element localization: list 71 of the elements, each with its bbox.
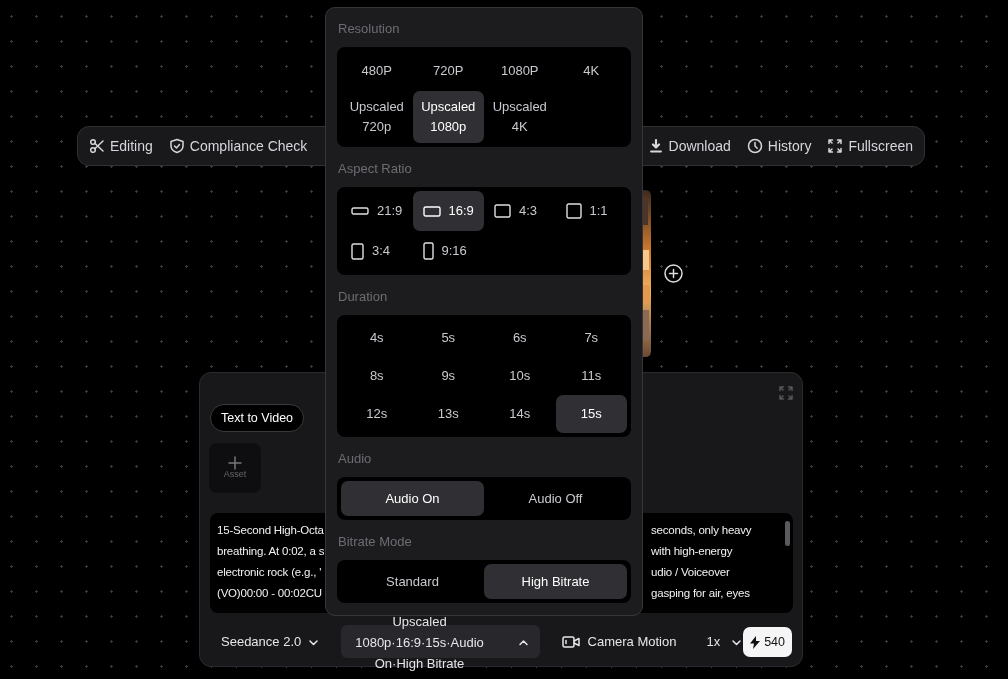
option-button[interactable]: 12s xyxy=(341,395,413,433)
option-button[interactable]: 10s xyxy=(484,357,556,395)
option-button[interactable]: Audio Off xyxy=(484,481,627,516)
option-button[interactable]: 9:16 xyxy=(412,231,484,271)
option-button[interactable]: 15s xyxy=(555,395,627,433)
section-label: Resolution xyxy=(338,20,401,38)
aspect-frame-icon xyxy=(422,205,441,217)
option-button[interactable]: 480P xyxy=(341,51,413,91)
option-button[interactable]: Audio On xyxy=(341,481,484,516)
video-camera-icon xyxy=(561,635,580,649)
plus-icon xyxy=(228,456,242,471)
expand-icon[interactable] xyxy=(779,385,793,400)
prompt-text: electronic rock (e.g., ' xyxy=(217,565,323,580)
option-button[interactable]: 5s xyxy=(412,319,484,357)
prompt-text: 15-Second High-Octa xyxy=(217,523,325,538)
camera-motion-button[interactable]: Camera Motion xyxy=(561,632,677,652)
shield-check-icon xyxy=(168,138,185,154)
option-button[interactable]: Standard xyxy=(341,564,484,599)
prompt-text: seconds, only heavy xyxy=(651,523,753,538)
option-button[interactable]: 13s xyxy=(412,395,484,433)
prompt-text: (VO)00:00 - 00:02CU xyxy=(217,586,323,601)
option-button[interactable]: 4K xyxy=(555,51,627,91)
option-button[interactable]: High Bitrate xyxy=(484,564,627,599)
toolbar-button[interactable]: Editing xyxy=(89,135,153,157)
option-button[interactable]: 7s xyxy=(555,319,627,357)
option-button[interactable]: 6s xyxy=(484,319,556,357)
option-button[interactable]: 720P xyxy=(412,51,484,91)
clock-icon xyxy=(746,138,763,154)
aspect-frame-icon xyxy=(351,207,369,215)
scrollbar-thumb[interactable] xyxy=(785,521,790,546)
option-button[interactable]: 11s xyxy=(555,357,627,395)
option-button[interactable]: 1080P xyxy=(484,51,556,91)
prompt-text: breathing. At 0:02, a s xyxy=(217,544,325,559)
option-button[interactable]: 16:9 xyxy=(412,191,484,231)
lightning-icon xyxy=(750,635,761,649)
prompt-text: udio / Voiceover xyxy=(651,565,731,580)
add-asset-button[interactable]: Asset xyxy=(209,443,261,493)
aspect-frame-icon xyxy=(565,203,582,219)
toolbar-button[interactable]: Compliance Check xyxy=(168,135,308,157)
section-label: Duration xyxy=(338,288,389,306)
model-dropdown[interactable]: Seedance 2.0 xyxy=(221,632,321,652)
add-icon[interactable] xyxy=(664,264,683,284)
option-button[interactable]: 4:3 xyxy=(484,191,556,231)
option-button[interactable]: 3:4 xyxy=(341,231,413,271)
option-button[interactable]: Upscaled 4K xyxy=(484,91,556,143)
prompt-text: gasping for air, eyes xyxy=(651,586,751,601)
download-icon xyxy=(647,138,664,154)
toolbar-button[interactable]: Download xyxy=(647,135,731,157)
section-label: Aspect Ratio xyxy=(338,160,413,178)
settings-button[interactable]: Upscaled 1080p·16:9·15s·Audio On·High Bitrate xyxy=(341,610,540,674)
aspect-frame-icon xyxy=(422,242,434,260)
fullscreen-icon xyxy=(827,138,844,154)
option-button[interactable]: 9s xyxy=(412,357,484,395)
aspect-frame-icon xyxy=(351,242,364,260)
prompt-text: with high-energy xyxy=(651,544,734,559)
option-button[interactable]: Upscaled 720p xyxy=(341,91,413,143)
option-button[interactable]: 14s xyxy=(484,395,556,433)
section-label: Bitrate Mode xyxy=(338,533,413,551)
option-button[interactable]: Upscaled 1080p xyxy=(412,91,484,143)
credits-button[interactable]: 540 xyxy=(743,627,792,657)
aspect-frame-icon xyxy=(494,204,511,218)
scissors-icon xyxy=(89,138,105,154)
toolbar-button[interactable]: Fullscreen xyxy=(827,135,913,157)
option-button[interactable]: 21:9 xyxy=(341,191,413,231)
speed-dropdown[interactable]: 1x xyxy=(706,632,744,652)
mode-tab[interactable]: Text to Video xyxy=(210,404,305,432)
option-button[interactable]: 4s xyxy=(341,319,413,357)
section-label: Audio xyxy=(338,450,373,468)
toolbar-button[interactable]: History xyxy=(746,135,812,157)
option-button[interactable]: 1:1 xyxy=(555,191,627,231)
option-button[interactable]: 8s xyxy=(341,357,413,395)
